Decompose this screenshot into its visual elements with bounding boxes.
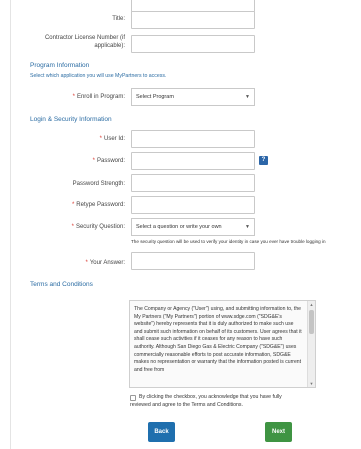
enroll-label-text: Enroll in Program:	[76, 94, 125, 100]
scroll-down-icon[interactable]: ▼	[308, 381, 315, 386]
title-input[interactable]	[131, 11, 255, 29]
password-label: * Password:	[93, 157, 125, 165]
userid-input[interactable]	[131, 130, 255, 148]
password-strength-meter	[131, 174, 255, 192]
license-label-line1: Contractor License Number (if	[44, 35, 125, 41]
terms-heading: Terms and Conditions	[30, 281, 93, 288]
retype-password-input[interactable]	[131, 196, 255, 214]
title-label: Title:	[112, 16, 125, 22]
strength-label: Password Strength:	[72, 181, 125, 187]
userid-label: * User Id:	[100, 135, 125, 143]
enroll-label: * Enroll in Program:	[73, 93, 125, 101]
required-asterisk: *	[85, 260, 88, 266]
enroll-program-value: Select Program	[136, 94, 174, 100]
answer-label: * Your Answer:	[86, 259, 125, 267]
retype-label-text: Retype Password:	[76, 202, 125, 208]
security-question-value: Select a question or write your own	[136, 224, 222, 230]
security-question-label: * Security Question:	[72, 223, 125, 231]
answer-input[interactable]	[131, 252, 255, 270]
password-input[interactable]	[131, 152, 255, 170]
security-question-label-text: Security Question:	[75, 224, 125, 230]
scroll-thumb[interactable]	[309, 310, 314, 334]
terms-body: The Company or Agency ("User") using, an…	[134, 306, 302, 373]
password-label-text: Password:	[96, 158, 125, 164]
security-question-note: The security question will be used to ve…	[131, 239, 326, 244]
back-button[interactable]: Back	[148, 422, 175, 442]
userid-label-text: User Id:	[103, 136, 125, 142]
required-asterisk: *	[72, 94, 75, 100]
retype-label: * Retype Password:	[72, 201, 125, 209]
terms-scrollbar[interactable]: ▲ ▼	[307, 301, 315, 387]
login-heading: Login & Security Information	[30, 116, 112, 123]
chevron-down-icon: ▼	[245, 94, 250, 100]
ack-line2: reviewed and agree to the Terms and Cond…	[130, 401, 243, 408]
required-asterisk: *	[71, 224, 74, 230]
license-input[interactable]	[131, 35, 255, 53]
terms-acknowledgement: By clicking the checkbox, you acknowledg…	[130, 394, 344, 409]
chevron-down-icon: ▼	[245, 224, 250, 230]
security-question-select[interactable]: Select a question or write your own ▼	[131, 218, 255, 236]
answer-label-text: Your Answer:	[89, 260, 125, 266]
license-label-line2: applicable):	[94, 43, 125, 49]
terms-textarea[interactable]: The Company or Agency ("User") using, an…	[129, 300, 316, 388]
program-heading: Program Information	[30, 62, 90, 69]
help-icon[interactable]: ?	[259, 156, 268, 165]
program-subheading: Select which application you will use My…	[30, 73, 167, 79]
ack-line1: By clicking the checkbox, you acknowledg…	[139, 394, 282, 400]
required-asterisk: *	[92, 158, 95, 164]
enroll-program-select[interactable]: Select Program ▼	[131, 88, 255, 106]
terms-agree-checkbox[interactable]	[130, 395, 136, 401]
scroll-up-icon[interactable]: ▲	[308, 302, 315, 307]
required-asterisk: *	[99, 136, 102, 142]
required-asterisk: *	[71, 202, 75, 208]
next-button[interactable]: Next	[265, 422, 292, 442]
